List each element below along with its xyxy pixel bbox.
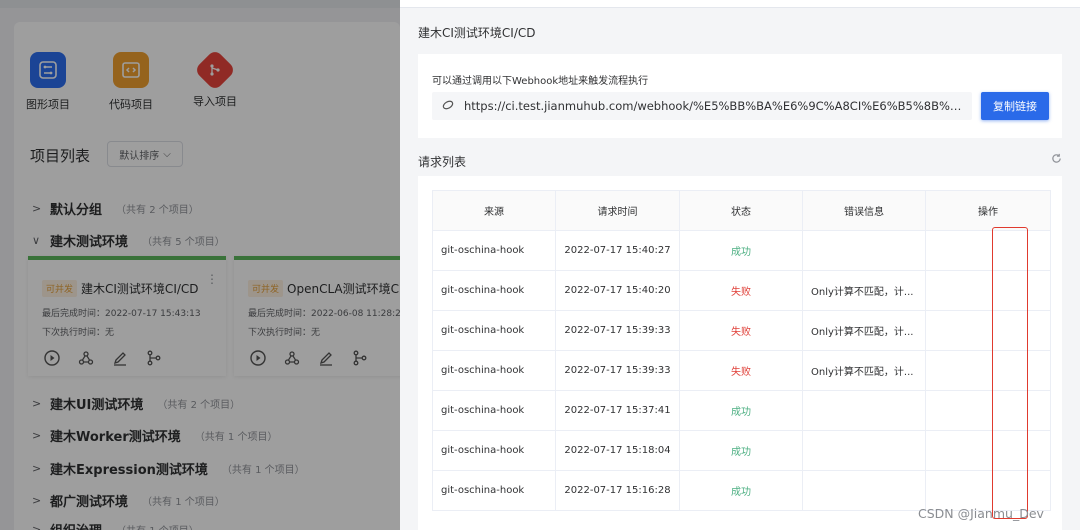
column-header-source: 来源: [432, 190, 556, 231]
cell-error: Only计算不匹配，计...: [802, 310, 926, 351]
table-row: git-oschina-hook2022-07-17 15:40:27成功 重试详…: [432, 230, 1051, 271]
table-row: git-oschina-hook2022-07-17 15:37:41成功 重试详…: [432, 390, 1051, 431]
cell-source: git-oschina-hook: [432, 390, 556, 431]
webhook-drawer: 建木CI测试环境CI/CD 可以通过调用以下Webhook地址来触发流程执行 h…: [400, 0, 1080, 530]
table-row: git-oschina-hook 2022-07-17 15:39:33 失败 Onl…: [432, 310, 1051, 351]
status-badge: 成功: [679, 430, 803, 471]
cell-actions: 重试详情: [925, 230, 1051, 271]
table-header-row: 来源 请求时间 状态 错误信息 操作: [432, 190, 1051, 231]
table-row: git-oschina-hook2022-07-17 15:18:04成功 重试详…: [432, 430, 1051, 471]
cell-error: [802, 430, 926, 471]
table-row: git-oschina-hook 2022-07-17 15:40:20 失败 Onl…: [432, 270, 1051, 311]
webhook-card: 可以通过调用以下Webhook地址来触发流程执行 https://ci.test…: [418, 54, 1062, 138]
cell-error: [802, 390, 926, 431]
request-list-card: 来源 请求时间 状态 错误信息 操作 git-oschina-hook 2022-…: [418, 176, 1062, 530]
link-icon: [442, 99, 454, 114]
table-row: git-oschina-hook2022-07-17 15:16:28成功 重试详…: [432, 470, 1051, 511]
cell-source: git-oschina-hook: [432, 310, 556, 351]
cell-time: 2022-07-17 15:37:41: [555, 390, 680, 431]
status-badge: 成功: [679, 390, 803, 431]
cell-actions: 重试详情: [925, 270, 1051, 311]
cell-actions: 重试详情: [925, 470, 1051, 511]
cell-error: [802, 470, 926, 511]
cell-error: Only计算不匹配，计...: [802, 350, 926, 391]
cell-time: 2022-07-17 15:40:27: [555, 230, 680, 271]
cell-time: 2022-07-17 15:18:04: [555, 430, 680, 471]
status-badge: 失败: [679, 310, 803, 351]
webhook-url-field[interactable]: https://ci.test.jianmuhub.com/webhook/%E…: [432, 92, 972, 120]
cell-error: [802, 230, 926, 271]
column-header-actions: 操作: [925, 190, 1051, 231]
status-badge: 成功: [679, 230, 803, 271]
modal-overlay[interactable]: [0, 0, 400, 530]
cell-actions: 重试详情: [925, 310, 1051, 351]
cell-error: Only计算不匹配，计...: [802, 270, 926, 311]
refresh-icon[interactable]: [1051, 153, 1062, 167]
column-header-time: 请求时间: [555, 190, 680, 231]
cell-actions: 重试详情: [925, 350, 1051, 391]
request-table: 来源 请求时间 状态 错误信息 操作 git-oschina-hook 2022-…: [432, 190, 1051, 511]
cell-source: git-oschina-hook: [432, 470, 556, 511]
cell-time: 2022-07-17 15:40:20: [555, 270, 680, 311]
cell-time: 2022-07-17 15:39:33: [555, 310, 680, 351]
status-badge: 成功: [679, 470, 803, 511]
cell-source: git-oschina-hook: [432, 270, 556, 311]
watermark: CSDN @Jianmu_Dev: [918, 506, 1044, 521]
cell-actions: 重试详情: [925, 390, 1051, 431]
table-row: git-oschina-hook 2022-07-17 15:39:33 失败 Onl…: [432, 350, 1051, 391]
cell-source: git-oschina-hook: [432, 350, 556, 391]
column-header-error: 错误信息: [802, 190, 926, 231]
webhook-url: https://ci.test.jianmuhub.com/webhook/%E…: [464, 99, 964, 113]
status-badge: 失败: [679, 350, 803, 391]
webhook-description: 可以通过调用以下Webhook地址来触发流程执行: [432, 76, 649, 87]
cell-time: 2022-07-17 15:16:28: [555, 470, 680, 511]
cell-source: git-oschina-hook: [432, 430, 556, 471]
column-header-status: 状态: [679, 190, 803, 231]
copy-link-button[interactable]: 复制链接: [981, 92, 1049, 120]
drawer-title: 建木CI测试环境CI/CD: [418, 26, 536, 40]
detail-column-highlight: [992, 227, 1028, 519]
cell-actions: 重试详情: [925, 430, 1051, 471]
cell-time: 2022-07-17 15:39:33: [555, 350, 680, 391]
cell-source: git-oschina-hook: [432, 230, 556, 271]
drawer-top: [400, 0, 1080, 8]
request-list-title: 请求列表: [418, 155, 467, 169]
status-badge: 失败: [679, 270, 803, 311]
